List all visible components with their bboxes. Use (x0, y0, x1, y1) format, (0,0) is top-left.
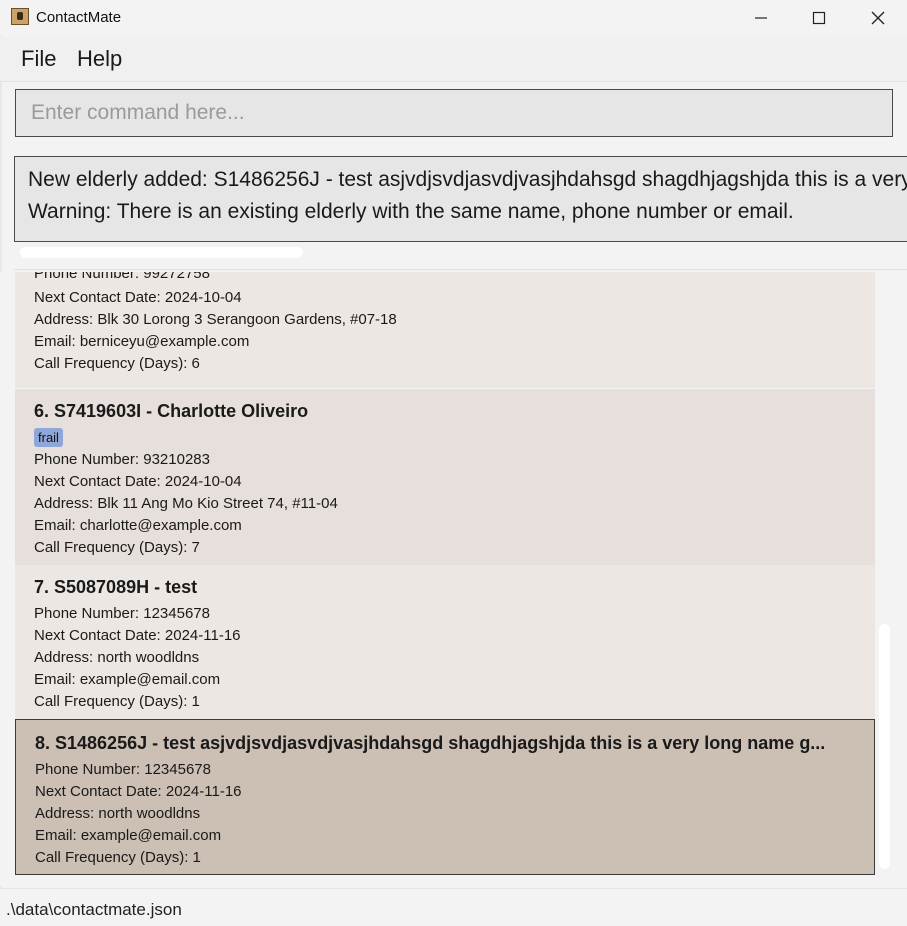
card-title: 7. S5087089H - test (34, 577, 198, 597)
maximize-icon (812, 11, 826, 25)
result-scrollbar-thumb[interactable] (20, 247, 303, 258)
list-item[interactable]: Phone Number: 99272758 Next Contact Date… (15, 272, 875, 388)
tag-badge: frail (34, 428, 63, 447)
phone-number: Phone Number: 12345678 (34, 605, 210, 622)
card-title: 8. S1486256J - test asjvdjsvdjasvdjvasjh… (35, 733, 826, 753)
phone-number: Phone Number: 12345678 (35, 761, 211, 778)
menu-file[interactable]: File (21, 46, 56, 72)
divider (14, 269, 907, 270)
next-contact-date: Next Contact Date: 2024-10-04 (34, 289, 242, 306)
maximize-button[interactable] (790, 0, 848, 36)
address: Address: north woodldns (34, 649, 200, 666)
app-logo-icon (11, 8, 29, 25)
result-warning: Warning: There is an existing elderly wi… (28, 200, 794, 223)
save-location: .\data\contactmate.json (6, 900, 182, 919)
menu-bar: File Help (0, 37, 907, 82)
email: Email: charlotte@example.com (34, 517, 242, 534)
close-button[interactable] (849, 0, 907, 36)
next-contact-date: Next Contact Date: 2024-11-16 (34, 627, 241, 644)
address: Address: Blk 30 Lorong 3 Serangoon Garde… (34, 311, 397, 328)
result-display: New elderly added: S1486256J - test asjv… (14, 156, 907, 242)
list-item[interactable]: 6. S7419603I - Charlotte Oliveiro frail … (15, 389, 875, 565)
phone-number: Phone Number: 93210283 (34, 451, 210, 468)
result-message: New elderly added: S1486256J - test asjv… (28, 168, 907, 191)
email: Email: example@email.com (34, 671, 221, 688)
list-item-selected[interactable]: 8. S1486256J - test asjvdjsvdjasvdjvasjh… (15, 719, 875, 875)
minimize-icon (755, 17, 767, 19)
address: Address: Blk 11 Ang Mo Kio Street 74, #1… (34, 495, 338, 512)
command-box (15, 89, 893, 137)
list-scrollbar-thumb[interactable] (879, 624, 890, 869)
close-icon (871, 11, 885, 25)
address: Address: north woodldns (35, 805, 201, 822)
call-frequency: Call Frequency (Days): 7 (34, 539, 200, 556)
next-contact-date: Next Contact Date: 2024-10-04 (34, 473, 242, 490)
status-bar: .\data\contactmate.json (0, 888, 907, 926)
command-input[interactable] (16, 90, 892, 136)
title-bar: ContactMate (0, 0, 907, 36)
call-frequency: Call Frequency (Days): 1 (34, 693, 200, 710)
window-title: ContactMate (36, 9, 122, 26)
phone-number: Phone Number: 99272758 (34, 272, 210, 282)
next-contact-date: Next Contact Date: 2024-11-16 (35, 783, 242, 800)
call-frequency: Call Frequency (Days): 1 (35, 849, 201, 866)
email: Email: example@email.com (35, 827, 222, 844)
call-frequency: Call Frequency (Days): 6 (34, 355, 200, 372)
list-item[interactable]: 7. S5087089H - test Phone Number: 123456… (15, 565, 875, 719)
menu-help[interactable]: Help (77, 46, 122, 72)
email: Email: berniceyu@example.com (34, 333, 250, 350)
card-title: 6. S7419603I - Charlotte Oliveiro (34, 401, 309, 421)
elderly-list: Phone Number: 99272758 Next Contact Date… (0, 272, 907, 886)
minimize-button[interactable] (732, 0, 790, 36)
